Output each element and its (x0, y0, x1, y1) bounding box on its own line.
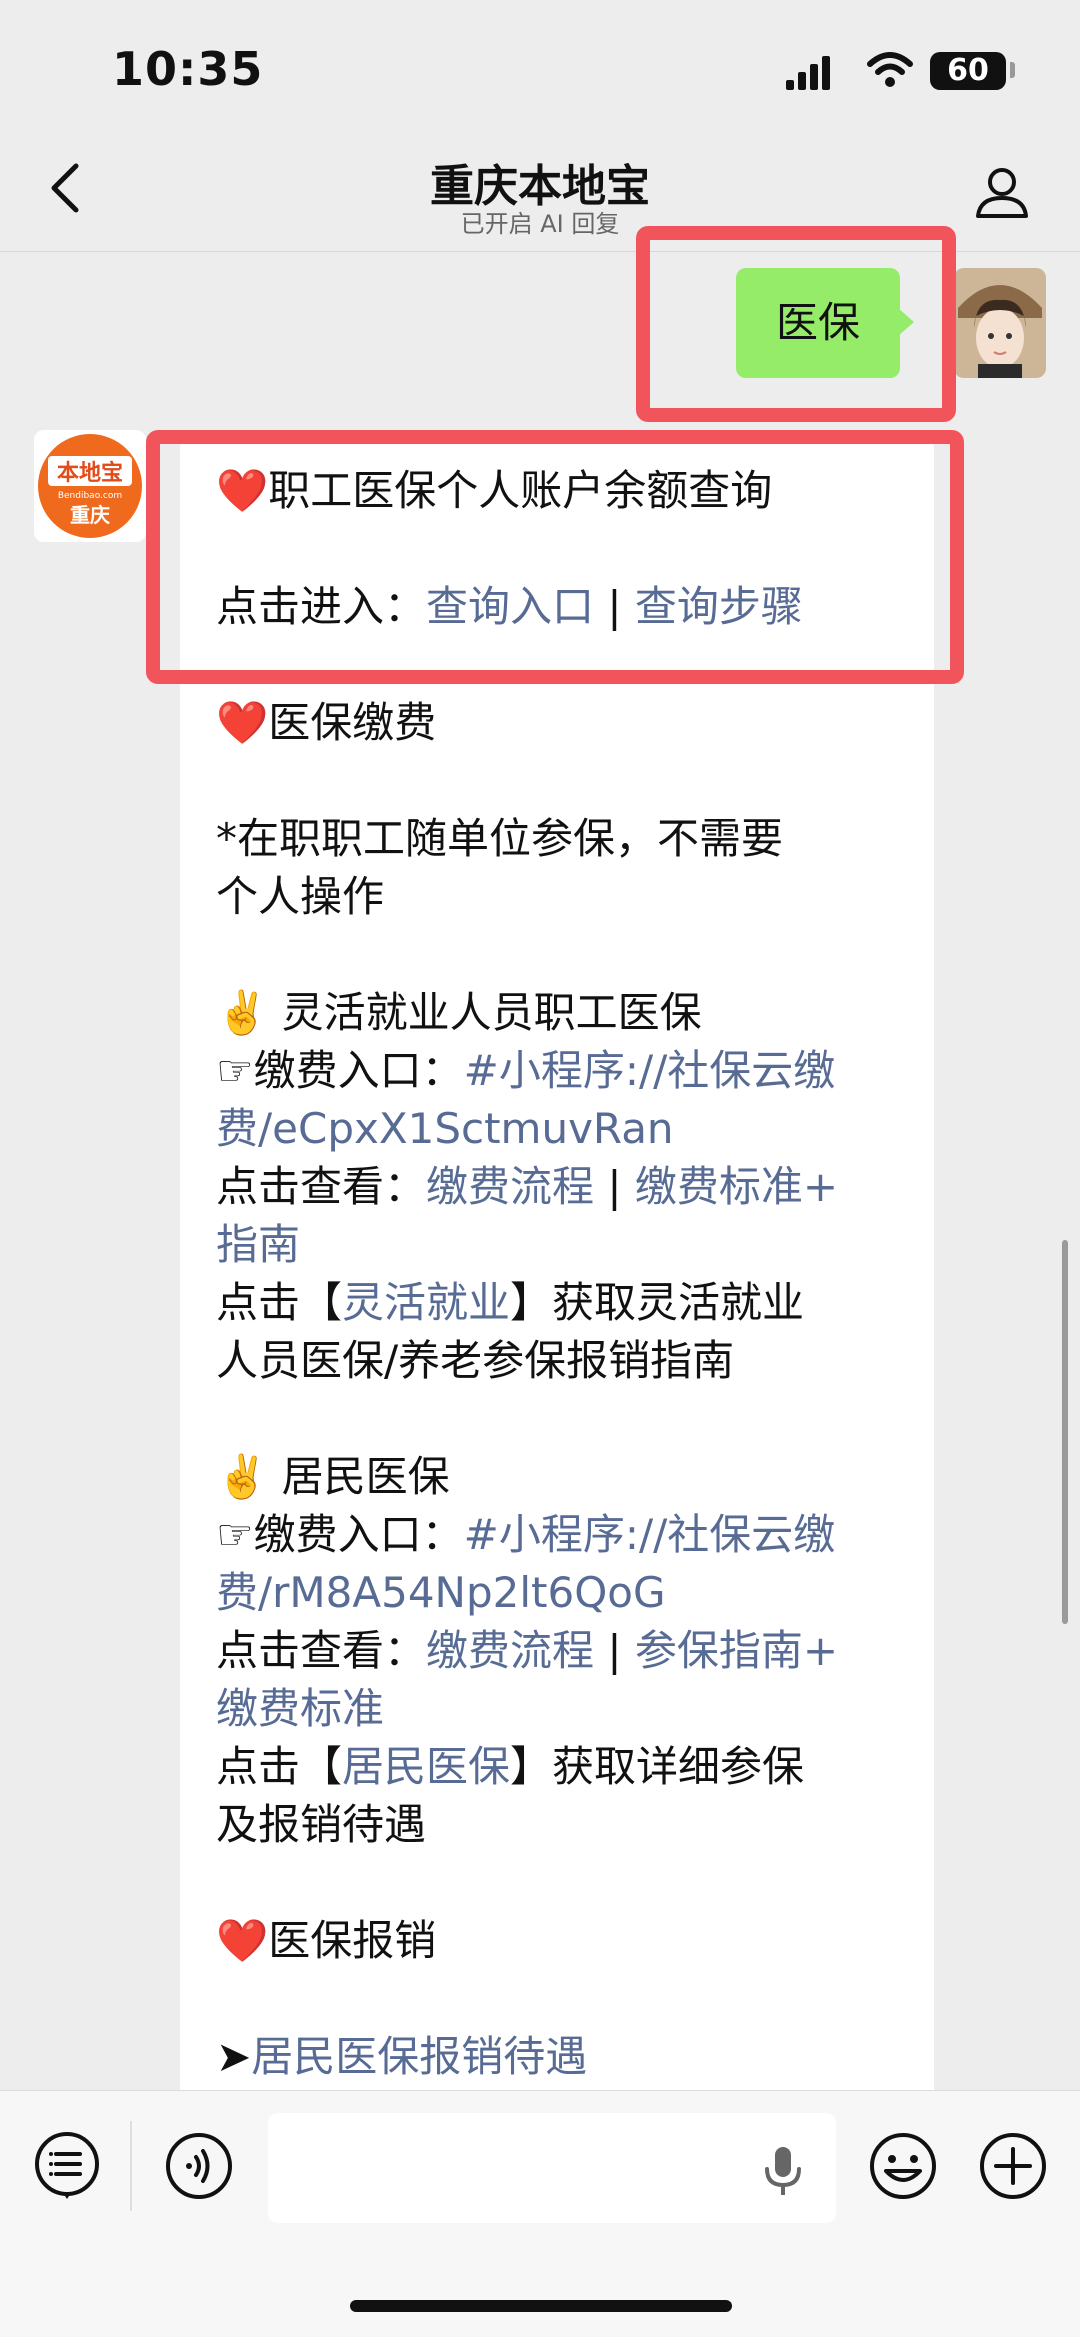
status-time: 10:35 (112, 42, 264, 96)
plus-icon[interactable] (978, 2131, 1048, 2201)
flexible-employment-heading: ✌️ 灵活就业人员职工医保 (216, 988, 702, 1037)
cellular-signal-icon (786, 56, 832, 90)
ai-reply-status: 已开启 AI 回复 (460, 210, 620, 238)
user-avatar[interactable] (954, 268, 1046, 378)
click-view-label: 点击查看： (216, 1626, 427, 1675)
profile-icon[interactable] (972, 162, 1032, 222)
resident-payment-process-link[interactable]: 缴费流程 (426, 1626, 594, 1675)
employee-note-line1: *在职职工随单位参保，不需要 (216, 814, 784, 863)
separator: | (594, 582, 635, 631)
flexible-pay-entry-line: ☞缴费入口：#小程序://社保云缴 (216, 1042, 898, 1100)
reimbursement-link-line: ➤居民医保报销待遇 (216, 2028, 898, 2086)
flexible-view-line: 点击查看：缴费流程 | 缴费标准+ (216, 1158, 898, 1216)
click-view-label: 点击查看： (216, 1162, 427, 1211)
resident-miniprogram-link[interactable]: #小程序://社保云缴 (464, 1510, 836, 1559)
status-bar: 10:35 60 (0, 0, 1080, 140)
resident-enroll-guide-link-cont[interactable]: 缴费标准 (216, 1680, 898, 1738)
resident-reimbursement-link[interactable]: 居民医保报销待遇 (251, 2032, 587, 2081)
battery-tip (1010, 62, 1015, 78)
chat-screen: 10:35 60 重庆本地宝 已开启 AI 回复 医保 本地宝 Bendibao… (0, 0, 1080, 2337)
microphone-icon[interactable] (758, 2143, 808, 2199)
flexible-miniprogram-link-cont[interactable]: 费/eCpxX1SctmuvRan (216, 1100, 898, 1158)
resident-keyword-suffix: 】获取详细参保 (510, 1742, 805, 1791)
flexible-employment-keyword-link[interactable]: 灵活就业 (342, 1278, 510, 1327)
flexible-keyword-line: 点击【灵活就业】获取灵活就业 (216, 1274, 898, 1332)
bot-avatar-domain-text: Bendibao.com (58, 491, 122, 501)
pay-entry-label: ☞缴费入口： (216, 1046, 464, 1095)
flexible-keyword-line2: 人员医保/养老参保报销指南 (216, 1336, 735, 1385)
message-input[interactable] (268, 2113, 836, 2223)
resident-view-line: 点击查看：缴费流程 | 参保指南+ (216, 1622, 898, 1680)
nav-bar: 重庆本地宝 已开启 AI 回复 (0, 140, 1080, 252)
emoji-icon[interactable] (868, 2131, 938, 2201)
home-indicator[interactable] (350, 2300, 732, 2312)
section-title-payment: ❤️医保缴费 (216, 698, 437, 747)
bot-avatar[interactable]: 本地宝 Bendibao.com 重庆 (34, 430, 146, 542)
resident-insurance-keyword-link[interactable]: 居民医保 (342, 1742, 510, 1791)
voice-icon[interactable] (164, 2131, 234, 2201)
query-entry-link[interactable]: 查询入口 (426, 582, 594, 631)
bot-avatar-logo-text: 本地宝 (57, 460, 123, 486)
flexible-keyword-suffix: 】获取灵活就业 (510, 1278, 805, 1327)
resident-keyword-line: 点击【居民医保】获取详细参保 (216, 1738, 898, 1796)
separator: | (594, 1626, 635, 1675)
click-bracket-open: 点击【 (216, 1742, 343, 1791)
bot-avatar-city-text: 重庆 (70, 503, 110, 527)
flexible-payment-standard-link-cont[interactable]: 指南 (216, 1216, 898, 1274)
toolbar-divider (130, 2121, 132, 2211)
resident-pay-entry-line: ☞缴费入口：#小程序://社保云缴 (216, 1506, 898, 1564)
user-message-bubble[interactable]: 医保 (736, 268, 914, 378)
scrollbar[interactable] (1062, 1240, 1068, 1624)
resident-enroll-guide-link[interactable]: 参保指南+ (635, 1626, 838, 1675)
pay-entry-label: ☞缴费入口： (216, 1510, 464, 1559)
separator: | (594, 1162, 635, 1211)
bot-message-bubble: ❤️职工医保个人账户余额查询 点击进入：查询入口 | 查询步骤 ❤️医保缴费 *… (180, 440, 934, 2100)
click-enter-label: 点击进入： (216, 582, 427, 631)
section-title-reimbursement: ❤️医保报销 (216, 1916, 437, 1965)
resident-insurance-heading: ✌️ 居民医保 (216, 1452, 450, 1501)
query-steps-link[interactable]: 查询步骤 (635, 582, 803, 631)
menu-list-icon[interactable] (32, 2131, 102, 2201)
flexible-payment-standard-link[interactable]: 缴费标准+ (635, 1162, 838, 1211)
battery-indicator: 60 (930, 52, 1006, 90)
click-bracket-open: 点击【 (216, 1278, 343, 1327)
flexible-payment-process-link[interactable]: 缴费流程 (426, 1162, 594, 1211)
flexible-miniprogram-link[interactable]: #小程序://社保云缴 (464, 1046, 836, 1095)
resident-keyword-line2: 及报销待遇 (216, 1800, 427, 1849)
section-title-balance-query: ❤️职工医保个人账户余额查询 (216, 466, 773, 515)
wifi-icon (867, 52, 913, 87)
balance-query-line: 点击进入：查询入口 | 查询步骤 (216, 578, 898, 636)
arrow-bullet: ➤ (216, 2032, 252, 2081)
resident-miniprogram-link-cont[interactable]: 费/rM8A54Np2lt6QoG (216, 1564, 898, 1622)
employee-note-line2: 个人操作 (216, 872, 385, 921)
